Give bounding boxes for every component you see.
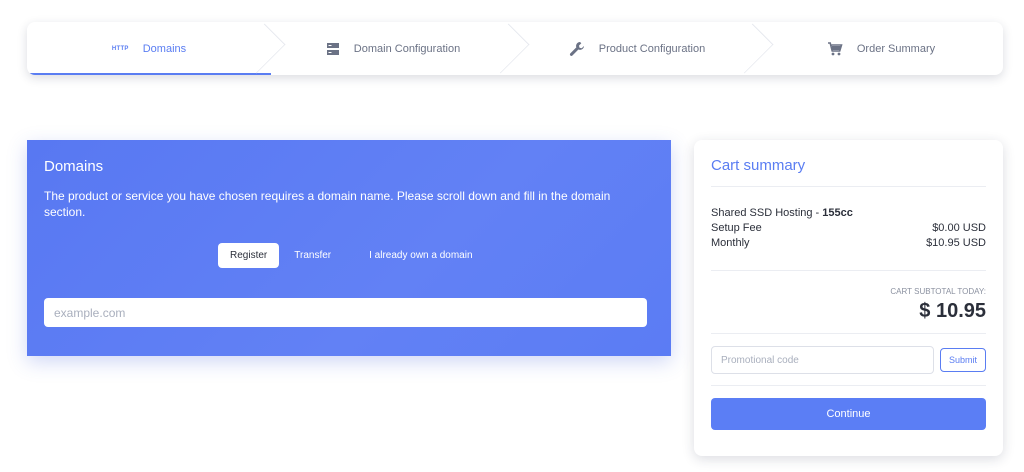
- server-icon: [326, 42, 340, 56]
- step-label: Product Configuration: [598, 42, 706, 55]
- step-order-summary[interactable]: Order Summary: [759, 22, 1003, 75]
- subtotal-label: CART SUBTOTAL TODAY:: [890, 287, 986, 296]
- promo-code-form: Submit: [711, 334, 986, 385]
- step-label: Order Summary: [856, 42, 936, 55]
- step-product-configuration[interactable]: Product Configuration: [515, 22, 759, 75]
- cart-summary: Cart summary Shared SSD Hosting - 155cc …: [694, 140, 1003, 456]
- tab-own-domain[interactable]: I already own a domain: [357, 243, 484, 268]
- active-step-indicator: [27, 73, 271, 75]
- cart-items: Shared SSD Hosting - 155cc Setup Fee $0.0…: [711, 187, 986, 251]
- step-domains[interactable]: HTTP Domains: [27, 22, 271, 75]
- continue-button[interactable]: Continue: [711, 398, 986, 430]
- cart-title: Cart summary: [711, 140, 986, 187]
- domains-title: Domains: [44, 158, 104, 175]
- step-label: Domain Configuration: [353, 42, 461, 55]
- promo-code-input[interactable]: [711, 346, 934, 374]
- http-icon: HTTP: [111, 45, 129, 52]
- order-steps: HTTP Domains Domain Configuration Produc…: [27, 22, 1003, 75]
- wrench-icon: [569, 41, 585, 57]
- product-plan: 155cc: [822, 207, 853, 219]
- tab-transfer[interactable]: Transfer: [282, 243, 343, 268]
- domains-description: The product or service you have chosen r…: [44, 189, 611, 219]
- domain-search-input[interactable]: [44, 298, 647, 327]
- step-label: Domains: [142, 42, 187, 55]
- setup-fee-row: Setup Fee $0.00 USD: [711, 222, 986, 234]
- divider: [711, 270, 986, 271]
- domain-option-tabs: Register Transfer I already own a domain: [218, 243, 485, 268]
- promo-submit-button[interactable]: Submit: [940, 348, 986, 372]
- cart-icon: [827, 41, 843, 57]
- subtotal-value: $ 10.95: [919, 300, 986, 322]
- monthly-row: Monthly $10.95 USD: [711, 237, 986, 249]
- product-name: Shared SSD Hosting - 155cc: [711, 207, 853, 219]
- domains-panel: Domains The product or service you have …: [27, 140, 671, 356]
- step-domain-configuration[interactable]: Domain Configuration: [271, 22, 515, 75]
- divider: [711, 385, 986, 386]
- tab-register[interactable]: Register: [218, 243, 280, 268]
